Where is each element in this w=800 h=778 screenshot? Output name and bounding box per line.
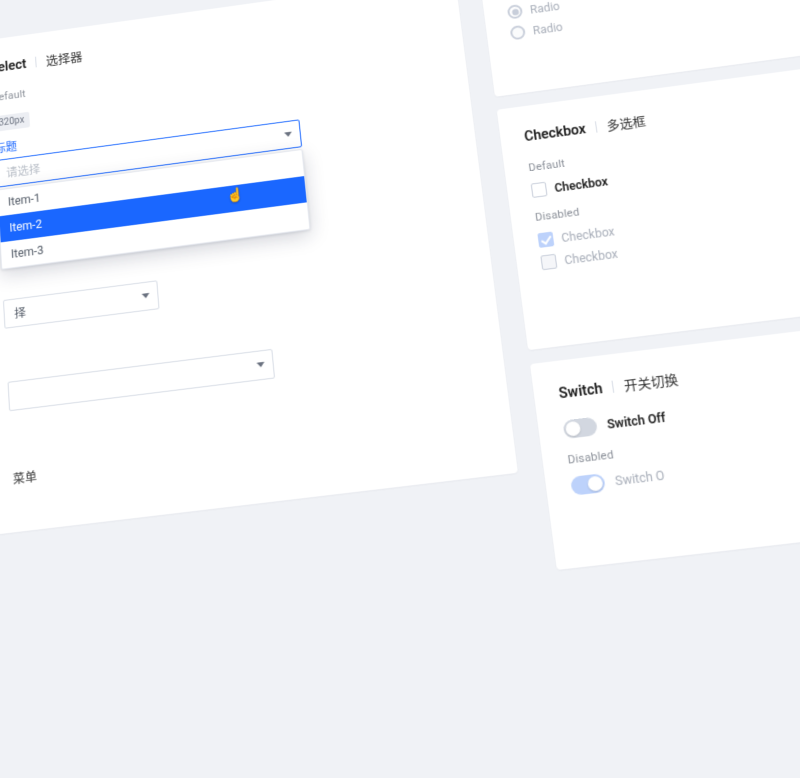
radio-disabled-label-2: Radio: [532, 20, 563, 37]
switch-disabled-on-label: Switch O: [614, 468, 665, 488]
title-separator: [595, 121, 598, 132]
size-chip: 320px: [0, 112, 30, 132]
switch-card-title: Switch 开关切换: [557, 349, 800, 403]
switch-card: Switch 开关切换 Switch Off Disabled Switch O: [530, 323, 800, 570]
select-title-cn: 选择器: [45, 47, 82, 69]
switch-off-label: Switch Off: [606, 410, 666, 431]
select-field-wide[interactable]: [8, 349, 276, 411]
title-separator: [35, 56, 37, 67]
checkbox-default-label: Checkbox: [554, 174, 609, 194]
checkbox-icon: [537, 232, 554, 248]
select-card: Select 选择器 Default 320px 标题 请选择 Item-1 I…: [0, 0, 518, 535]
chevron-down-icon: [257, 362, 265, 368]
switch-title-en: Switch: [558, 381, 604, 402]
chevron-down-icon: [142, 293, 150, 299]
select-bottom-label: 菜单: [12, 413, 487, 487]
switch-title-cn: 开关切换: [623, 369, 680, 395]
hand-cursor-icon: ☝️: [226, 187, 244, 204]
title-separator: [612, 380, 615, 392]
switch-toggle-icon: [562, 417, 598, 439]
chevron-down-icon: [284, 132, 292, 138]
checkbox-icon: [531, 182, 548, 198]
switch-toggle-icon: [570, 473, 606, 496]
radio-disabled-label-1: Radio: [529, 0, 560, 16]
radio-icon: [510, 25, 526, 41]
select-plain-value: 择: [14, 303, 26, 321]
checkbox-card: Checkbox 多选框 Default Checkbox Disabled C…: [497, 67, 800, 350]
checkbox-title-cn: 多选框: [605, 111, 647, 134]
radio-icon: [507, 4, 523, 20]
select-field-plain[interactable]: 择: [3, 280, 160, 328]
select-placeholder: 请选择: [6, 160, 41, 180]
checkbox-icon: [540, 254, 557, 271]
select-title-en: Select: [0, 57, 27, 76]
checkbox-disabled-label-1: Checkbox: [561, 224, 616, 244]
checkbox-disabled-label-2: Checkbox: [564, 246, 619, 266]
checkbox-title-en: Checkbox: [523, 122, 586, 145]
